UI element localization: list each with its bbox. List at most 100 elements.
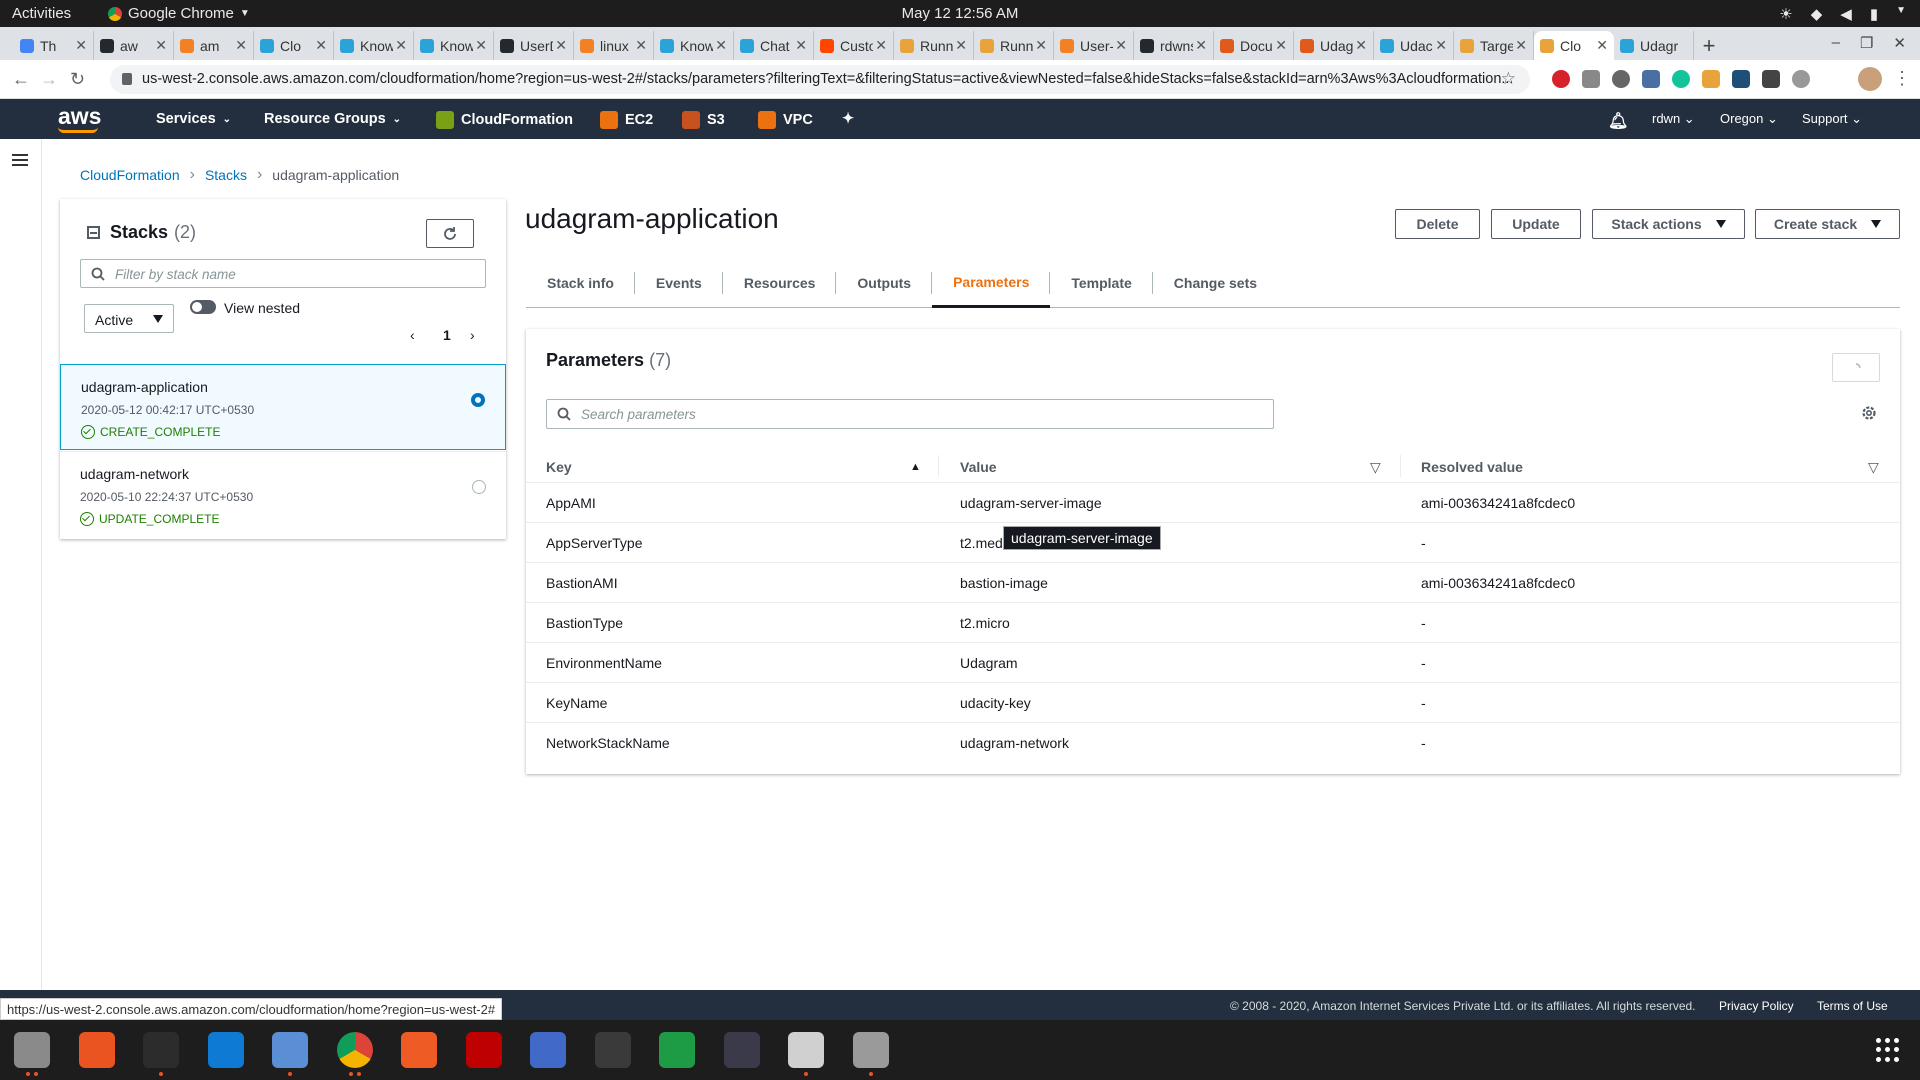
update-button[interactable]: Update: [1491, 209, 1581, 239]
vscode-icon[interactable]: [207, 1032, 244, 1068]
breadcrumb-stacks[interactable]: Stacks: [205, 167, 247, 183]
stack-actions-button[interactable]: Stack actions: [1592, 209, 1745, 239]
close-tab-icon[interactable]: ✕: [795, 37, 807, 54]
bluetooth-icon[interactable]: [723, 1032, 760, 1068]
close-tab-icon[interactable]: ✕: [1355, 37, 1367, 54]
view-nested-toggle[interactable]: [190, 300, 216, 314]
react-devtools-icon[interactable]: [1732, 70, 1750, 88]
tab-change-sets[interactable]: Change sets: [1153, 258, 1278, 308]
tab-resources[interactable]: Resources: [723, 258, 837, 308]
extension-icon[interactable]: [1582, 70, 1600, 88]
system-clock[interactable]: May 12 12:56 AM: [0, 5, 1920, 22]
browser-tab[interactable]: Docur✕: [1214, 31, 1294, 60]
tab-stack-info[interactable]: Stack info: [526, 258, 635, 308]
column-divider[interactable]: [1400, 455, 1401, 477]
browser-tab[interactable]: Clo ✕: [1534, 31, 1614, 60]
create-stack-button[interactable]: Create stack: [1755, 209, 1900, 239]
calculator-icon[interactable]: [594, 1032, 631, 1068]
files-icon[interactable]: [14, 1032, 50, 1068]
resource-groups-menu[interactable]: Resource Groups ⌄: [264, 111, 401, 127]
text-editor-icon[interactable]: [272, 1032, 308, 1068]
profile-avatar[interactable]: [1858, 67, 1882, 91]
browser-tab[interactable]: rdwns✕: [1134, 31, 1214, 60]
close-tab-icon[interactable]: ✕: [315, 37, 327, 54]
gear-icon[interactable]: [1860, 404, 1878, 422]
software-icon[interactable]: [78, 1032, 115, 1068]
close-icon[interactable]: ✕: [1893, 34, 1906, 52]
delete-button[interactable]: Delete: [1395, 209, 1480, 239]
system-tray[interactable]: ☀ ◆ ◀ ▮ ▼: [1779, 5, 1906, 23]
breadcrumb-cloudformation[interactable]: CloudFormation: [80, 167, 180, 183]
previous-page-icon[interactable]: ‹: [410, 327, 415, 343]
services-menu[interactable]: Services ⌄: [156, 111, 231, 127]
browser-tab[interactable]: Udagr✕: [1294, 31, 1374, 60]
address-bar[interactable]: us-west-2.console.aws.amazon.com/cloudfo…: [110, 65, 1530, 94]
close-tab-icon[interactable]: ✕: [1515, 37, 1527, 54]
reload-icon[interactable]: ↻: [70, 69, 85, 90]
stack-name[interactable]: udagram-application: [81, 379, 485, 395]
column-divider[interactable]: [938, 455, 939, 477]
close-tab-icon[interactable]: ✕: [1035, 37, 1047, 54]
region-menu[interactable]: Oregon ⌄: [1720, 111, 1778, 127]
browser-tab[interactable]: User-c✕: [1054, 31, 1134, 60]
document-viewer-icon[interactable]: [788, 1032, 824, 1068]
stack-card[interactable]: udagram-network 2020-05-10 22:24:37 UTC+…: [60, 451, 506, 537]
browser-tab[interactable]: Runni ✕: [974, 31, 1054, 60]
column-key[interactable]: Key: [546, 459, 572, 475]
browser-tab[interactable]: Know ✕: [654, 31, 734, 60]
browser-tab[interactable]: aw ✕: [94, 31, 174, 60]
postman-icon[interactable]: [401, 1032, 437, 1068]
tab-events[interactable]: Events: [635, 258, 723, 308]
close-tab-icon[interactable]: ✕: [715, 37, 727, 54]
next-page-icon[interactable]: ›: [470, 327, 475, 343]
hamburger-menu-icon[interactable]: [12, 154, 28, 166]
browser-tab[interactable]: am ✕: [174, 31, 254, 60]
column-resolved-value[interactable]: Resolved value: [1421, 459, 1523, 475]
browser-tab[interactable]: Th ✕: [14, 31, 94, 60]
sort-icon[interactable]: ▽: [1868, 459, 1879, 476]
filezilla-icon[interactable]: [465, 1032, 502, 1068]
close-tab-icon[interactable]: ✕: [955, 37, 967, 54]
close-tab-icon[interactable]: ✕: [155, 37, 167, 54]
close-tab-icon[interactable]: ✕: [1115, 37, 1127, 54]
close-tab-icon[interactable]: ✕: [1435, 37, 1447, 54]
browser-tab[interactable]: UserD✕: [494, 31, 574, 60]
page-number[interactable]: 1: [443, 327, 451, 343]
spreadsheet-icon[interactable]: [659, 1032, 695, 1068]
back-icon[interactable]: ←: [12, 69, 30, 90]
bell-icon[interactable]: 🔔︎: [1608, 111, 1628, 131]
pinned-service-vpc[interactable]: VPC: [758, 111, 813, 129]
browser-tab[interactable]: Target✕: [1454, 31, 1534, 60]
stack-radio-selected[interactable]: [471, 393, 485, 407]
tab-parameters[interactable]: Parameters: [932, 258, 1051, 308]
parameter-search-input[interactable]: Search parameters: [546, 399, 1274, 429]
support-menu[interactable]: Support ⌄: [1802, 111, 1862, 127]
browser-tab[interactable]: Know ✕: [414, 31, 494, 60]
tab-template[interactable]: Template: [1050, 258, 1154, 308]
sort-ascending-icon[interactable]: ▲: [910, 461, 921, 473]
bookmark-star-icon[interactable]: ☆: [1501, 69, 1516, 89]
close-tab-icon[interactable]: ✕: [555, 37, 567, 54]
show-applications-icon[interactable]: [1876, 1038, 1900, 1062]
grammarly-icon[interactable]: [1672, 70, 1690, 88]
privacy-policy-link[interactable]: Privacy Policy: [1719, 999, 1794, 1013]
maximize-icon[interactable]: ❐: [1860, 34, 1873, 52]
disk-icon[interactable]: [852, 1032, 889, 1068]
close-tab-icon[interactable]: ✕: [1596, 37, 1608, 54]
close-tab-icon[interactable]: ✕: [395, 37, 407, 54]
refresh-stacks-button[interactable]: [426, 219, 474, 248]
browser-tab[interactable]: Custo ✕: [814, 31, 894, 60]
status-filter-select[interactable]: Active: [84, 304, 174, 333]
close-tab-icon[interactable]: ✕: [475, 37, 487, 54]
account-menu[interactable]: rdwn ⌄: [1652, 111, 1695, 127]
aws-logo[interactable]: aws: [58, 103, 101, 130]
extension-icon[interactable]: [1612, 70, 1630, 88]
browser-tab[interactable]: Know ✕: [334, 31, 414, 60]
stack-filter-input[interactable]: Filter by stack name: [80, 259, 486, 288]
close-tab-icon[interactable]: ✕: [635, 37, 647, 54]
browser-tab[interactable]: Chat -✕: [734, 31, 814, 60]
browser-tab[interactable]: Clo ✕: [254, 31, 334, 60]
extension-icon[interactable]: [1642, 70, 1660, 88]
terms-of-use-link[interactable]: Terms of Use: [1817, 999, 1888, 1013]
close-tab-icon[interactable]: ✕: [75, 37, 87, 54]
